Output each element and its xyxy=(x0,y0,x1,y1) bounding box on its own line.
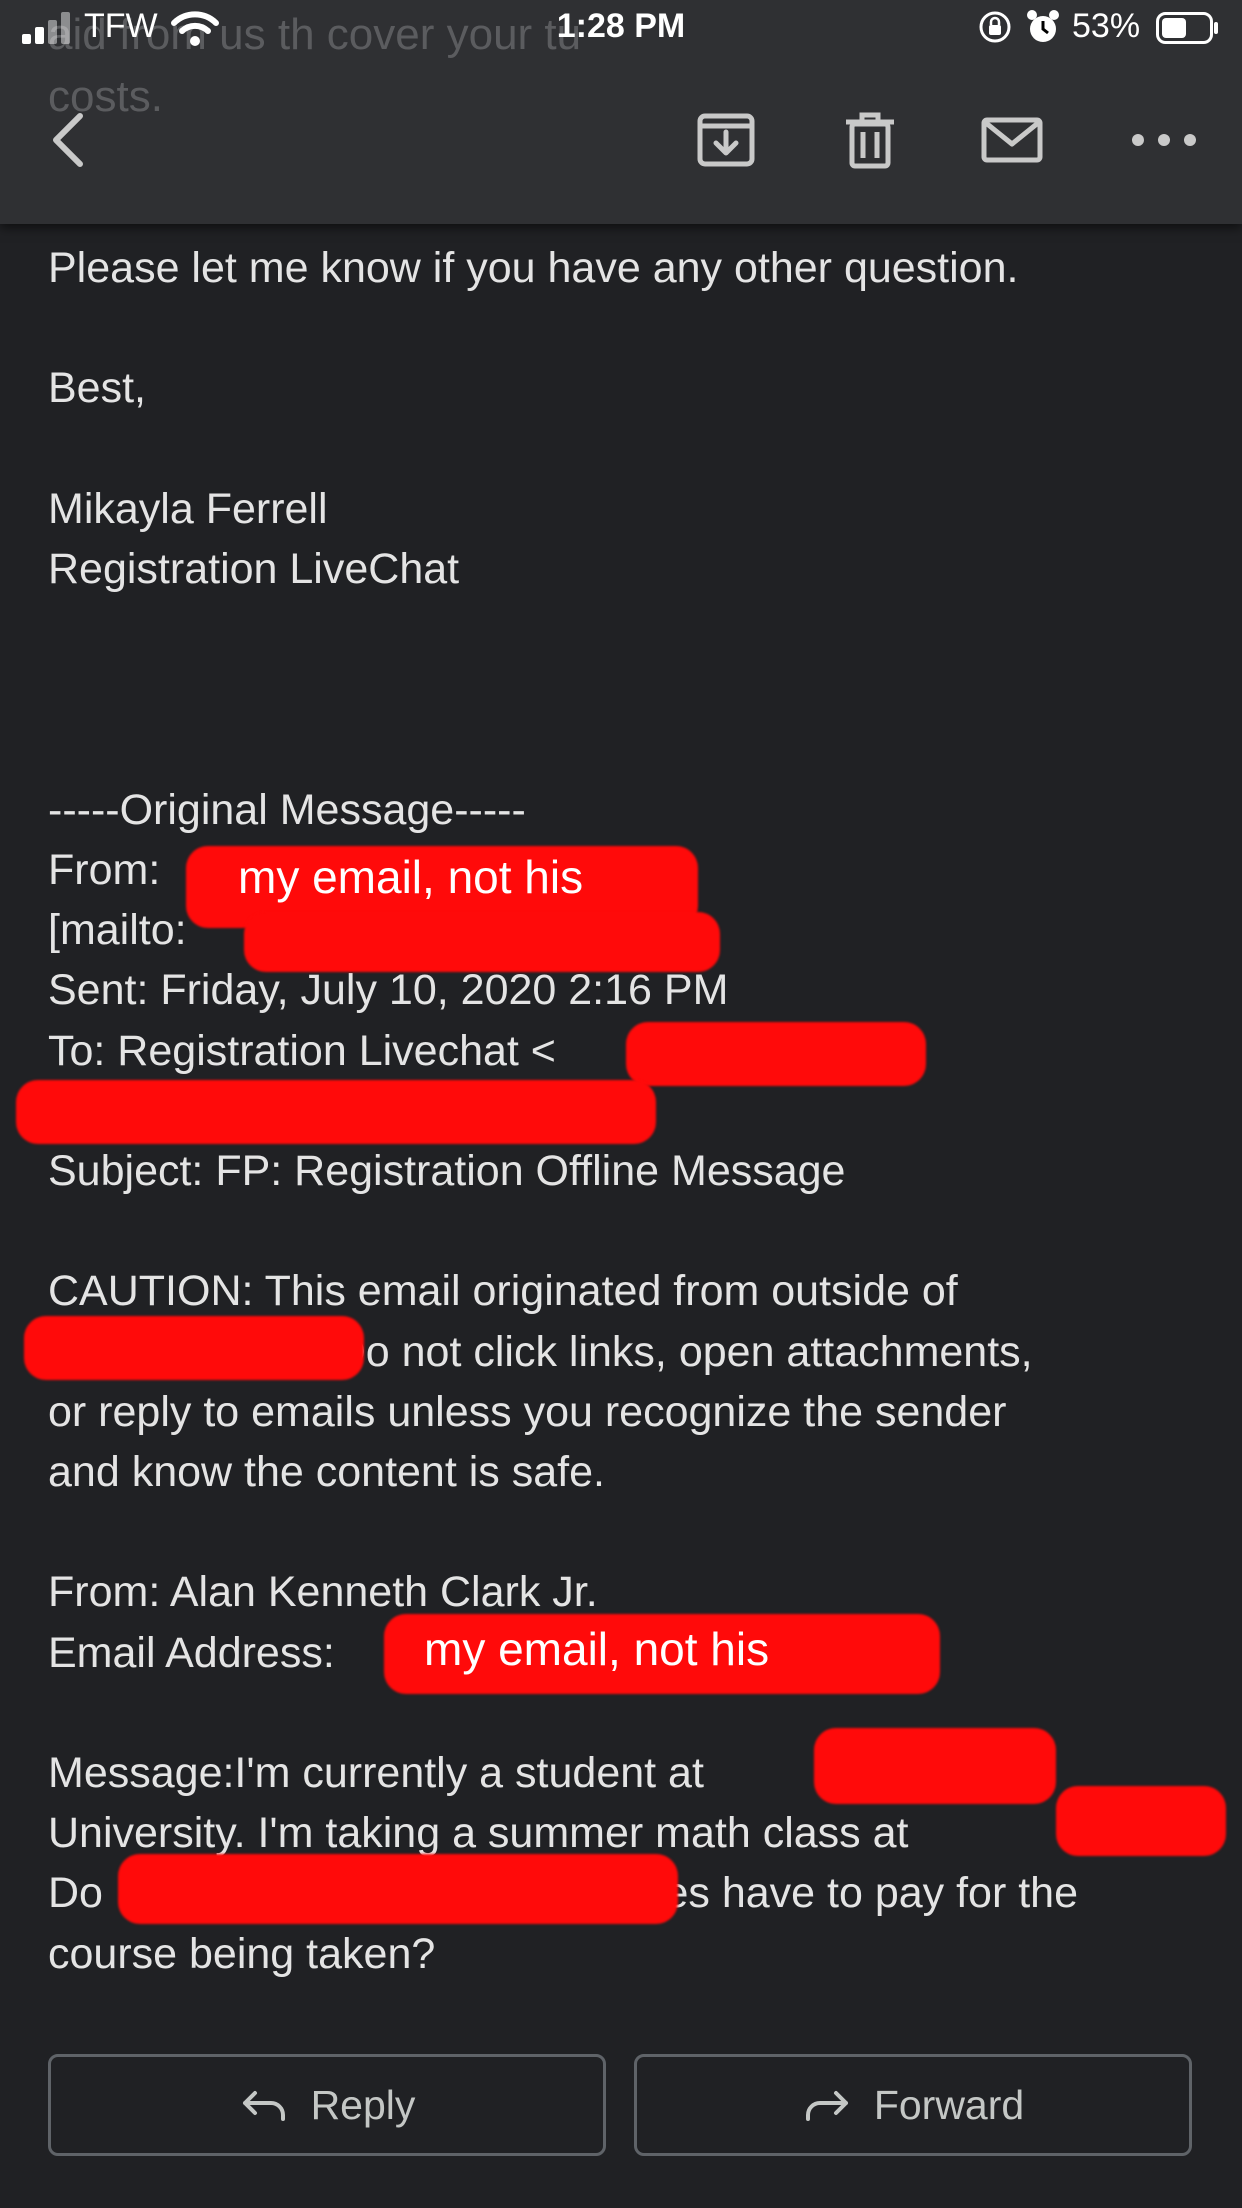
alarm-icon xyxy=(1027,10,1059,42)
back-icon[interactable] xyxy=(40,108,104,172)
email-line: or reply to emails unless you recognize … xyxy=(48,1387,1007,1436)
archive-icon[interactable] xyxy=(694,108,758,172)
email-line: -----Original Message----- xyxy=(48,785,526,834)
mark-unread-icon[interactable] xyxy=(980,108,1044,172)
battery-icon xyxy=(1156,12,1218,44)
reply-icon xyxy=(242,2091,285,2121)
email-toolbar: aid from us th cover your tu costs. TFW … xyxy=(0,0,1242,224)
forward-button[interactable]: Forward xyxy=(634,2054,1192,2156)
email-line: Registration LiveChat xyxy=(48,544,460,593)
redaction-organization xyxy=(24,1316,364,1380)
reply-button[interactable]: Reply xyxy=(48,2054,606,2156)
email-line: and know the content is safe. xyxy=(48,1447,605,1496)
battery-percent: 53% xyxy=(1072,7,1141,45)
more-icon[interactable] xyxy=(1126,108,1202,172)
email-line: CAUTION: This email originated from outs… xyxy=(48,1267,958,1316)
status-bar: TFW 1:28 PM 53% xyxy=(0,0,1242,56)
redaction-message-line3 xyxy=(118,1854,678,1924)
annotation-from: my email, not his xyxy=(238,851,584,903)
reply-label: Reply xyxy=(310,2081,416,2128)
redaction-university xyxy=(814,1728,1056,1804)
redaction-to-line2 xyxy=(16,1080,656,1144)
email-line: Please let me know if you have any other… xyxy=(48,244,1019,292)
orientation-lock-icon xyxy=(979,11,1011,43)
forward-label: Forward xyxy=(873,2081,1025,2128)
redaction-mailto xyxy=(244,912,720,972)
email-line: Subject: FP: Registration Offline Messag… xyxy=(48,1146,846,1195)
email-line: course being taken? xyxy=(48,1929,436,1978)
forward-icon xyxy=(805,2091,848,2121)
email-line: Best, xyxy=(48,364,146,413)
email-line: Mikayla Ferrell xyxy=(48,484,328,533)
redaction-college xyxy=(1056,1786,1226,1856)
trash-icon[interactable] xyxy=(838,108,902,172)
annotation-email-address: my email, not his xyxy=(424,1623,770,1675)
redaction-to xyxy=(626,1022,926,1086)
